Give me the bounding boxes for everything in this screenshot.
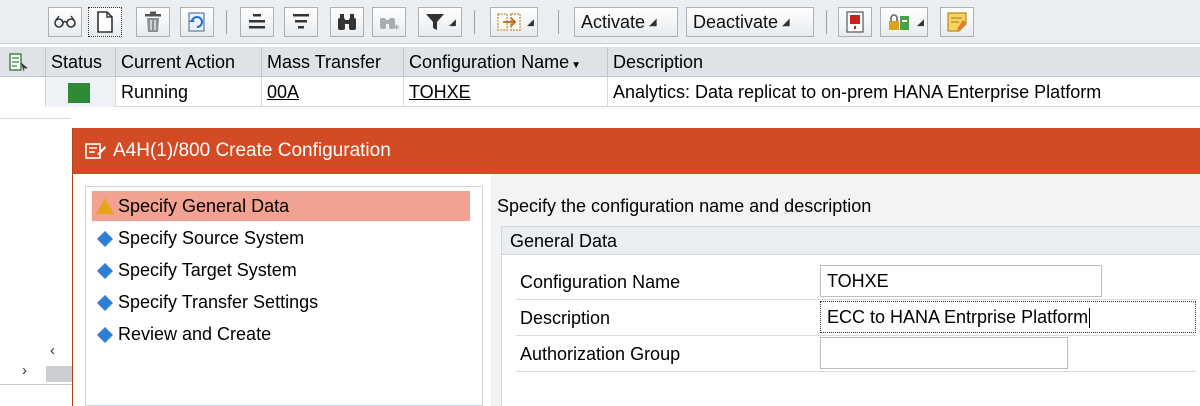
step-specify-transfer-settings[interactable]: Specify Transfer Settings	[92, 287, 470, 317]
activate-button[interactable]: Activate ◢	[574, 7, 678, 37]
refresh-icon[interactable]	[180, 7, 214, 37]
text-cursor	[1089, 308, 1091, 329]
sort-descending-icon: ▼	[571, 60, 581, 71]
diamond-icon	[97, 327, 113, 343]
dropdown-caret-icon: ◢	[782, 16, 790, 28]
mass-transfer-link[interactable]: 00A	[262, 77, 404, 107]
dialog-window-icon	[85, 143, 106, 159]
status-running-indicator	[68, 83, 90, 103]
diamond-icon	[97, 263, 113, 279]
activate-label: Activate	[581, 11, 646, 32]
dialog-title-bar[interactable]: A4H(1)/800 Create Configuration	[73, 128, 1200, 174]
description-cell: Analytics: Data replicat to on-prem HANA…	[613, 82, 1102, 102]
column-header-description[interactable]: Description	[608, 47, 1200, 77]
note-icon[interactable]	[940, 7, 974, 37]
status-cell	[46, 77, 116, 107]
align-icon[interactable]	[284, 7, 318, 37]
configuration-name-label: Configuration Name	[520, 272, 681, 292]
deactivate-button[interactable]: Deactivate ◢	[686, 7, 814, 37]
column-header-mass-transfer[interactable]: Mass Transfer	[262, 47, 404, 77]
diamond-icon	[97, 295, 113, 311]
filter-icon[interactable]: ◢	[418, 7, 462, 37]
trash-icon[interactable]	[136, 7, 170, 37]
step-specify-source-system[interactable]: Specify Source System	[92, 223, 470, 253]
configuration-name-input[interactable]	[820, 265, 1102, 297]
roadmap-steps: Specify General Data Specify Source Syst…	[85, 186, 483, 406]
step-specify-target-system[interactable]: Specify Target System	[92, 255, 470, 285]
dialog-title: A4H(1)/800 Create Configuration	[113, 140, 391, 161]
description-label: Description	[520, 308, 611, 328]
table-header: Status Current Action Mass Transfer Conf…	[0, 47, 1200, 77]
step-review-and-create[interactable]: Review and Create	[92, 319, 470, 349]
divider	[516, 335, 1196, 336]
binoculars-icon[interactable]	[330, 7, 364, 37]
flag-icon[interactable]	[838, 7, 872, 37]
step-label: Review and Create	[118, 324, 272, 344]
row-selector[interactable]	[0, 77, 46, 107]
description-value: ECC to HANA Entrprise Platform	[827, 307, 1089, 327]
select-all-icon[interactable]	[0, 47, 46, 77]
scroll-left-icon[interactable]: ‹	[50, 342, 55, 359]
divider	[516, 299, 1196, 300]
step-label: Specify Source System	[118, 228, 305, 248]
new-document-icon[interactable]	[88, 7, 122, 37]
step-specify-general-data[interactable]: Specify General Data	[92, 191, 470, 221]
column-header-status[interactable]: Status	[46, 47, 116, 77]
toolbar: ◢ ◢ Activate ◢ Deactivate ◢ ◢	[0, 0, 1200, 44]
align-center-icon[interactable]	[240, 7, 274, 37]
step-label: Specify Transfer Settings	[118, 292, 319, 312]
deactivate-label: Deactivate	[693, 11, 779, 32]
create-configuration-dialog: A4H(1)/800 Create Configuration Specify …	[72, 128, 1200, 406]
authorization-group-input[interactable]	[820, 337, 1068, 369]
lock-key-icon[interactable]: ◢	[880, 7, 928, 37]
column-header-current-action[interactable]: Current Action	[116, 47, 262, 77]
step-label: Specify General Data	[118, 196, 290, 216]
step-heading: Specify the configuration name and descr…	[497, 196, 872, 216]
general-data-group: General Data Configuration Name Descript…	[501, 226, 1200, 406]
glasses-icon[interactable]	[48, 7, 82, 37]
dropdown-caret-icon: ◢	[649, 16, 657, 28]
authorization-group-label: Authorization Group	[520, 344, 681, 364]
configuration-name-link[interactable]: TOHXE	[404, 77, 608, 107]
divider	[0, 384, 72, 385]
current-action-cell: Running	[116, 77, 262, 107]
step-content-pane: Specify the configuration name and descr…	[491, 174, 1200, 406]
group-title: General Data	[502, 227, 1200, 255]
column-header-configuration-name[interactable]: Configuration Name ▼	[404, 47, 608, 77]
binoculars-next-icon[interactable]	[372, 7, 406, 37]
configuration-name-label: Configuration Name	[409, 52, 570, 72]
divider	[0, 118, 70, 119]
divider	[516, 371, 1196, 372]
step-label: Specify Target System	[118, 260, 297, 280]
description-input[interactable]: ECC to HANA Entrprise Platform	[820, 301, 1196, 333]
table-row[interactable]: Running 00A TOHXE Analytics: Data replic…	[0, 77, 1200, 107]
transfer-icon[interactable]: ◢	[490, 7, 538, 37]
diamond-icon	[97, 231, 113, 247]
warning-triangle-icon	[96, 198, 114, 214]
scroll-right-icon[interactable]: ›	[22, 362, 27, 379]
horizontal-scrollbar[interactable]	[46, 366, 72, 382]
